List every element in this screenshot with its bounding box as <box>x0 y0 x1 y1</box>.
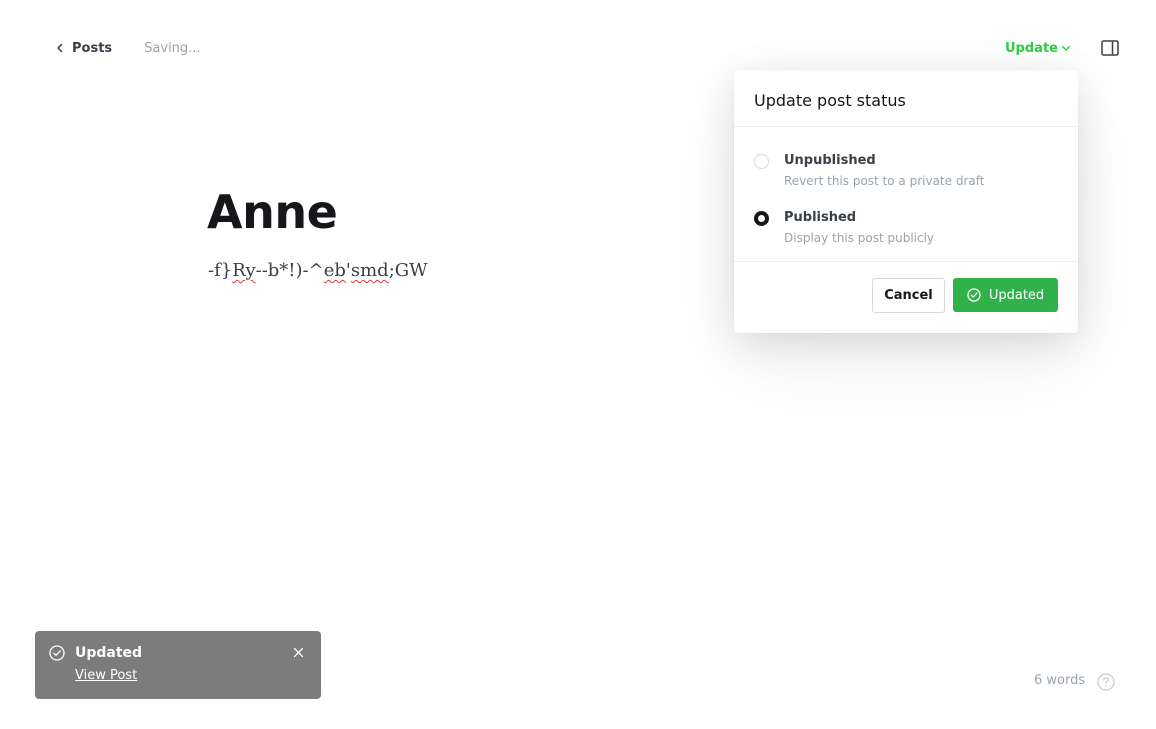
view-post-link[interactable]: View Post <box>75 668 137 683</box>
updated-button-label: Updated <box>988 287 1045 303</box>
post-title[interactable]: Anne <box>207 183 338 241</box>
back-link-label: Posts <box>72 40 113 56</box>
editor-header-left: Posts Saving... <box>55 38 201 58</box>
word-count: 6 words <box>1034 673 1086 688</box>
option-label: Unpublished <box>784 153 876 168</box>
option-label: Published <box>784 210 857 225</box>
check-circle-icon <box>49 645 65 661</box>
popover-divider <box>734 261 1078 262</box>
updated-button[interactable]: Updated <box>953 278 1058 312</box>
option-description: Revert this post to a private draft <box>784 174 985 188</box>
back-to-posts-link[interactable]: Posts <box>55 41 112 56</box>
post-body[interactable]: -f}Ry--b*!)-^eb'smd;GW <box>208 258 428 284</box>
notification-toast: Updated View Post <box>35 631 321 699</box>
question-circle-icon[interactable] <box>1097 673 1115 691</box>
body-text-segment: ;GW <box>388 260 428 281</box>
body-text-misspelled: Ry <box>232 260 256 281</box>
popover-divider <box>734 126 1078 127</box>
body-text-segment: --b*!)-^ <box>255 260 324 281</box>
body-text-segment: -f} <box>208 260 233 281</box>
toast-title: Updated <box>75 645 143 661</box>
update-menu-trigger[interactable]: Update <box>1005 38 1071 58</box>
update-trigger-label: Update <box>1005 40 1058 56</box>
sidebar-toggle-icon[interactable] <box>1101 40 1119 56</box>
chevron-left-icon <box>57 43 63 53</box>
option-published[interactable]: Published Display this post publicly <box>754 205 1054 249</box>
popover-title: Update post status <box>754 91 906 110</box>
option-unpublished[interactable]: Unpublished Revert this post to a privat… <box>754 148 1054 192</box>
update-status-popover: Update post status Unpublished Revert th… <box>734 70 1078 333</box>
chevron-down-icon <box>1061 45 1071 51</box>
published-radio[interactable] <box>754 211 769 226</box>
cancel-button[interactable]: Cancel <box>872 278 945 313</box>
unpublished-radio[interactable] <box>754 154 769 169</box>
option-description: Display this post publicly <box>784 231 935 245</box>
save-status: Saving... <box>144 40 201 56</box>
check-circle-icon <box>967 288 981 302</box>
close-icon[interactable] <box>293 647 304 658</box>
body-text-misspelled: smd <box>350 260 389 281</box>
body-text-misspelled: eb <box>323 260 346 281</box>
